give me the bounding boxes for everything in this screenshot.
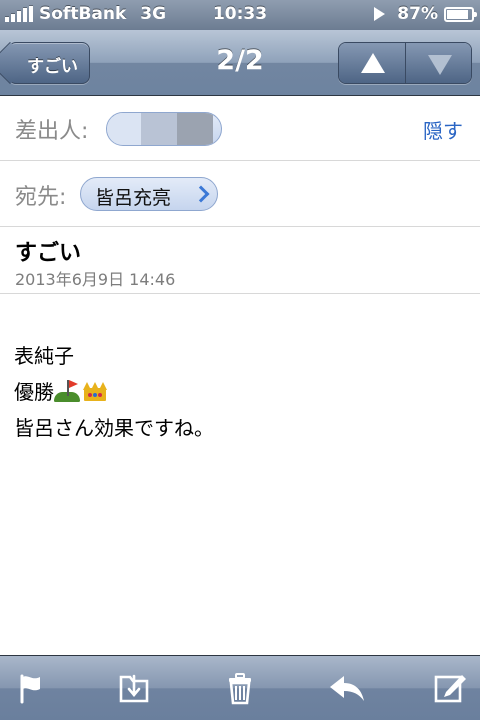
to-row: 宛先: 皆呂充亮 xyxy=(0,161,480,227)
delete-button[interactable] xyxy=(210,656,270,720)
body-line: 表純子 xyxy=(14,338,464,374)
from-row: 差出人: 隠す xyxy=(0,97,480,161)
battery-percent: 87% xyxy=(397,4,438,24)
sender-chip[interactable] xyxy=(106,112,222,146)
status-right: 87% xyxy=(374,4,477,24)
golf-flag-icon xyxy=(54,380,80,404)
message-nav-arrows xyxy=(338,42,472,84)
body-line: 優勝 xyxy=(14,374,464,410)
compose-button[interactable] xyxy=(420,656,480,720)
subject-row: すごい 2013年6月9日 14:46 xyxy=(0,227,480,294)
previous-message-button[interactable] xyxy=(339,43,405,83)
next-message-button[interactable] xyxy=(404,43,471,83)
recipient-chip[interactable]: 皆呂充亮 xyxy=(80,177,218,211)
body-line: 皆呂さん効果ですね。 xyxy=(14,410,464,446)
battery-icon xyxy=(444,6,477,22)
crown-icon xyxy=(82,380,108,404)
recipient-name: 皆呂充亮 xyxy=(95,187,172,209)
message-date: 2013年6月9日 14:46 xyxy=(15,270,176,289)
flag-button[interactable] xyxy=(2,656,62,720)
body-text: 優勝 xyxy=(14,380,54,404)
redacted-block xyxy=(107,113,141,145)
back-button-label: すごい xyxy=(27,57,78,77)
play-icon xyxy=(374,7,386,21)
redacted-block xyxy=(141,113,177,145)
move-button[interactable] xyxy=(104,656,164,720)
trash-icon xyxy=(229,673,251,705)
arrow-up-icon xyxy=(361,53,385,73)
reply-button[interactable] xyxy=(314,656,374,720)
bottom-toolbar xyxy=(0,655,480,720)
redacted-block xyxy=(177,113,213,145)
status-bar: SoftBank 3G 10:33 87% xyxy=(0,0,480,30)
message-body: 表純子 優勝 皆呂さん効果ですね。 xyxy=(14,338,464,446)
from-label: 差出人: xyxy=(15,119,89,144)
arrow-down-icon xyxy=(427,55,452,75)
compose-icon xyxy=(434,675,466,703)
message-subject: すごい xyxy=(15,241,82,266)
to-label: 宛先: xyxy=(15,185,67,210)
flag-icon xyxy=(20,674,40,704)
hide-details-link[interactable]: 隠す xyxy=(423,115,463,144)
body-text: 表純子 xyxy=(14,344,74,368)
chevron-right-icon xyxy=(192,185,210,203)
folder-move-icon xyxy=(119,674,149,703)
nav-bar: すごい 2/2 xyxy=(0,30,480,96)
reply-arrow-icon xyxy=(330,676,364,701)
body-text: 皆呂さん効果ですね。 xyxy=(14,416,214,440)
